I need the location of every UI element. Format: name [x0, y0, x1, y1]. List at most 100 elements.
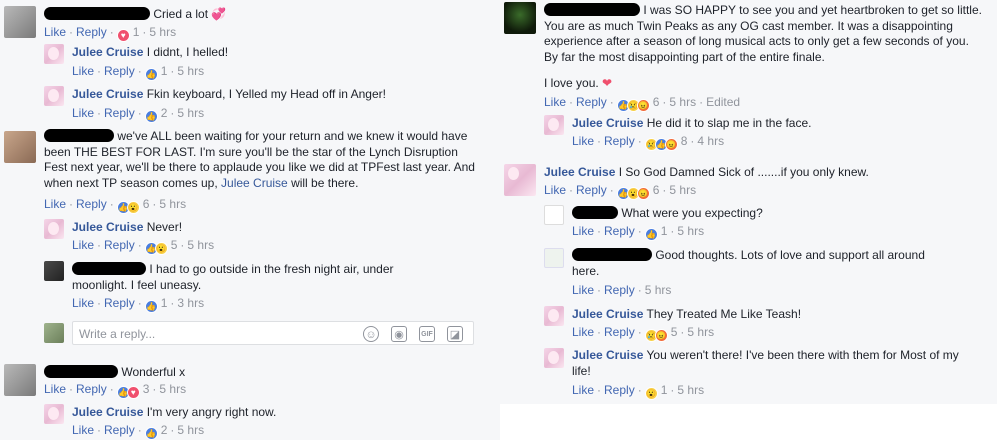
angry-reaction-icon[interactable]: 😠 — [636, 187, 650, 200]
timestamp[interactable]: 4 hrs — [697, 134, 724, 148]
reply-link[interactable]: Reply — [104, 238, 135, 252]
angry-reaction-icon[interactable]: 😠 — [654, 329, 668, 342]
reply-input-placeholder[interactable]: Write a reply... — [79, 327, 155, 341]
wow-reaction-icon[interactable]: 😮 — [644, 387, 658, 400]
timestamp[interactable]: 5 hrs — [669, 183, 696, 197]
sticker-icon[interactable]: ◪ — [447, 326, 463, 342]
reply-link[interactable]: Reply — [104, 64, 135, 78]
reply-link[interactable]: Reply — [604, 283, 635, 297]
timestamp[interactable]: 3 hrs — [177, 296, 204, 310]
like-link[interactable]: Like — [544, 183, 566, 197]
like-reaction-icon[interactable]: 👍 — [144, 300, 158, 313]
camera-icon[interactable]: ◉ — [391, 326, 407, 342]
reply-link[interactable]: Reply — [576, 95, 607, 109]
timestamp[interactable]: 5 hrs — [149, 25, 176, 39]
avatar[interactable] — [504, 2, 536, 34]
like-link[interactable]: Like — [44, 382, 66, 396]
author-name[interactable]: Julee Cruise — [572, 307, 643, 321]
avatar[interactable] — [4, 131, 36, 163]
like-reaction-icon[interactable]: 👍 — [644, 228, 658, 241]
like-link[interactable]: Like — [572, 134, 594, 148]
avatar[interactable] — [544, 306, 564, 326]
reaction-count[interactable]: 8 — [681, 134, 688, 148]
love-reaction-icon[interactable]: ♥ — [126, 386, 140, 399]
reply-link[interactable]: Reply — [76, 25, 107, 39]
timestamp[interactable]: 5 hrs — [177, 106, 204, 120]
timestamp[interactable]: 5 hrs — [177, 423, 204, 437]
like-link[interactable]: Like — [44, 197, 66, 211]
reaction-count[interactable]: 6 — [143, 197, 150, 211]
like-link[interactable]: Like — [572, 224, 594, 238]
timestamp[interactable]: 5 hrs — [187, 238, 214, 252]
avatar[interactable] — [4, 6, 36, 38]
author-name[interactable]: Julee Cruise — [72, 405, 143, 419]
reply-link[interactable]: Reply — [604, 224, 635, 238]
timestamp[interactable]: 5 hrs — [177, 64, 204, 78]
like-link[interactable]: Like — [72, 296, 94, 310]
angry-reaction-icon[interactable]: 😠 — [664, 138, 678, 151]
like-link[interactable]: Like — [544, 95, 566, 109]
reply-input-box[interactable]: Write a reply... ☺ ◉ GIF ◪ — [72, 321, 474, 345]
reply-link[interactable]: Reply — [604, 383, 635, 397]
reply-link[interactable]: Reply — [104, 423, 135, 437]
author-name[interactable]: Julee Cruise — [572, 348, 643, 362]
avatar[interactable] — [544, 248, 564, 268]
like-reaction-icon[interactable]: 👍 — [144, 427, 158, 440]
reaction-count[interactable]: 1 — [161, 64, 168, 78]
love-reaction-icon[interactable]: ♥ — [116, 29, 130, 42]
like-link[interactable]: Like — [572, 325, 594, 339]
reaction-count[interactable]: 2 — [161, 106, 168, 120]
author-name[interactable]: Julee Cruise — [544, 165, 615, 179]
like-link[interactable]: Like — [44, 25, 66, 39]
reaction-count[interactable]: 1 — [661, 383, 668, 397]
emoji-icon[interactable]: ☺ — [363, 326, 379, 342]
avatar[interactable] — [4, 364, 36, 396]
reaction-count[interactable]: 1 — [661, 224, 668, 238]
timestamp[interactable]: 5 hrs — [159, 382, 186, 396]
timestamp[interactable]: 5 hrs — [645, 283, 672, 297]
wow-reaction-icon[interactable]: 😮 — [126, 201, 140, 214]
reaction-count[interactable]: 2 — [161, 423, 168, 437]
reply-link[interactable]: Reply — [104, 106, 135, 120]
timestamp[interactable]: 5 hrs — [677, 383, 704, 397]
author-name[interactable]: Julee Cruise — [72, 87, 143, 101]
mention-link[interactable]: Julee Cruise — [221, 176, 288, 190]
avatar[interactable] — [544, 115, 564, 135]
like-link[interactable]: Like — [572, 383, 594, 397]
gif-icon[interactable]: GIF — [419, 326, 435, 342]
reaction-count[interactable]: 5 — [171, 238, 178, 252]
reply-link[interactable]: Reply — [76, 197, 107, 211]
avatar[interactable] — [44, 261, 64, 281]
reply-link[interactable]: Reply — [604, 325, 635, 339]
reaction-count[interactable]: 5 — [671, 325, 678, 339]
reaction-count[interactable]: 3 — [143, 382, 150, 396]
timestamp[interactable]: 5 hrs — [687, 325, 714, 339]
timestamp[interactable]: 5 hrs — [159, 197, 186, 211]
reply-link[interactable]: Reply — [576, 183, 607, 197]
avatar[interactable] — [44, 86, 64, 106]
like-link[interactable]: Like — [72, 238, 94, 252]
author-name[interactable]: Julee Cruise — [572, 116, 643, 130]
like-reaction-icon[interactable]: 👍 — [144, 110, 158, 123]
reaction-count[interactable]: 1 — [161, 296, 168, 310]
avatar[interactable] — [544, 348, 564, 368]
avatar[interactable] — [544, 205, 564, 225]
avatar[interactable] — [44, 44, 64, 64]
avatar[interactable] — [44, 219, 64, 239]
avatar[interactable] — [504, 164, 536, 196]
like-link[interactable]: Like — [72, 423, 94, 437]
edited-label[interactable]: Edited — [706, 95, 740, 109]
timestamp[interactable]: 5 hrs — [669, 95, 696, 109]
reply-link[interactable]: Reply — [76, 382, 107, 396]
angry-reaction-icon[interactable]: 😠 — [636, 99, 650, 112]
author-name[interactable]: Julee Cruise — [72, 220, 143, 234]
reply-link[interactable]: Reply — [604, 134, 635, 148]
like-link[interactable]: Like — [572, 283, 594, 297]
reaction-count[interactable]: 6 — [653, 95, 660, 109]
timestamp[interactable]: 5 hrs — [677, 224, 704, 238]
reply-link[interactable]: Reply — [104, 296, 135, 310]
like-reaction-icon[interactable]: 👍 — [144, 68, 158, 81]
like-link[interactable]: Like — [72, 106, 94, 120]
reaction-count[interactable]: 1 — [133, 25, 140, 39]
reaction-count[interactable]: 6 — [653, 183, 660, 197]
